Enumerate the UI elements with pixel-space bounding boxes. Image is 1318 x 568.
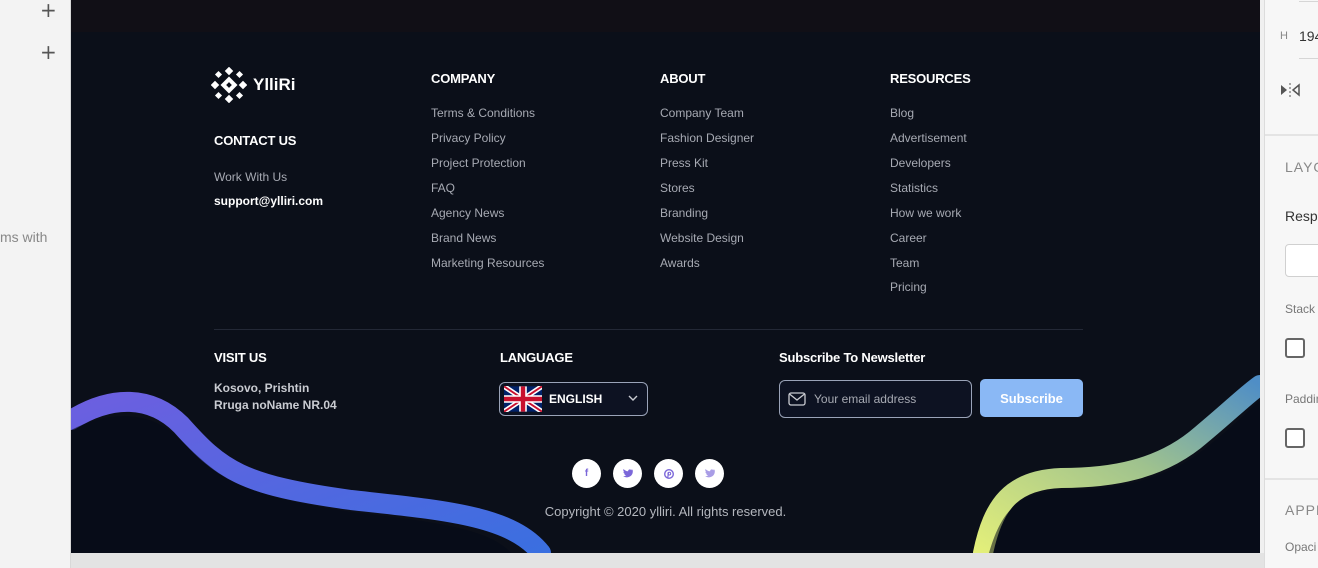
- footer-link[interactable]: Career: [890, 231, 927, 245]
- footer-link[interactable]: Developers: [890, 156, 951, 170]
- subscribe-button[interactable]: Subscribe: [980, 379, 1083, 417]
- logo-text: YlliRi: [253, 75, 296, 94]
- footer-link[interactable]: Privacy Policy: [431, 131, 506, 145]
- email-field-wrapper: [779, 380, 972, 418]
- brand-logo[interactable]: YlliRi: [211, 67, 296, 103]
- language-heading: LANGUAGE: [500, 350, 573, 365]
- facebook-icon[interactable]: f: [572, 459, 601, 488]
- vimeo-icon[interactable]: [695, 459, 724, 488]
- add-icon[interactable]: +: [40, 42, 57, 62]
- right-inspector-panel: H 194 LAYO Respo Stack Paddin APPE Opaci: [1264, 0, 1318, 568]
- uk-flag-icon: [504, 386, 542, 412]
- language-select[interactable]: ENGLISH: [499, 382, 648, 416]
- add-icon[interactable]: +: [40, 0, 57, 20]
- contact-email-link[interactable]: support@ylliri.com: [214, 194, 323, 208]
- footer-link[interactable]: Stores: [660, 181, 695, 195]
- footer-link[interactable]: Branding: [660, 206, 708, 220]
- contact-heading: CONTACT US: [214, 133, 297, 148]
- email-input[interactable]: [814, 392, 964, 406]
- address-line-2: Rruga noName NR.04: [214, 398, 337, 412]
- footer-link[interactable]: How we work: [890, 206, 961, 220]
- appearance-section-title: APPE: [1285, 502, 1318, 518]
- footer-link[interactable]: Terms & Conditions: [431, 106, 535, 120]
- footer-link[interactable]: Company Team: [660, 106, 744, 120]
- padding-label: Paddin: [1285, 392, 1318, 406]
- height-label: H: [1280, 30, 1288, 42]
- responsive-label: Respo: [1285, 208, 1318, 224]
- footer-link[interactable]: Pricing: [890, 280, 927, 294]
- footer-link[interactable]: Website Design: [660, 231, 744, 245]
- work-with-us-link[interactable]: Work With Us: [214, 170, 287, 184]
- footer-canvas: YlliRi CONTACT US Work With Us support@y…: [71, 0, 1260, 553]
- twitter-icon[interactable]: [613, 459, 642, 488]
- canvas-bottom-strip: [71, 553, 1264, 568]
- footer-link[interactable]: Team: [890, 256, 919, 270]
- flip-horizontal-icon[interactable]: [1280, 82, 1300, 98]
- padding-checkbox[interactable]: [1285, 428, 1305, 448]
- mail-icon: [788, 392, 806, 406]
- field-underline: [1299, 58, 1318, 59]
- newsletter-heading: Subscribe To Newsletter: [779, 350, 926, 365]
- footer-link[interactable]: Awards: [660, 256, 700, 270]
- footer-link[interactable]: Fashion Designer: [660, 131, 754, 145]
- footer-link[interactable]: Brand News: [431, 231, 496, 245]
- stack-checkbox[interactable]: [1285, 338, 1305, 358]
- resources-heading: RESOURCES: [890, 71, 971, 86]
- footer-link[interactable]: Blog: [890, 106, 914, 120]
- layout-section-title: LAYO: [1285, 159, 1318, 175]
- footer-link[interactable]: Agency News: [431, 206, 504, 220]
- footer-link[interactable]: Press Kit: [660, 156, 708, 170]
- visit-heading: VISIT US: [214, 350, 267, 365]
- responsive-input[interactable]: [1285, 244, 1318, 277]
- footer-link[interactable]: Project Protection: [431, 156, 526, 170]
- language-selected: ENGLISH: [549, 392, 603, 406]
- about-heading: ABOUT: [660, 71, 706, 86]
- stack-label: Stack: [1285, 302, 1316, 316]
- field-underline: [1299, 1, 1318, 2]
- logo-icon: [211, 67, 247, 103]
- address-line-1: Kosovo, Prishtin: [214, 381, 310, 395]
- section-divider: [1265, 134, 1318, 136]
- chevron-down-icon: [628, 395, 638, 401]
- height-value[interactable]: 194: [1299, 28, 1318, 44]
- company-heading: COMPANY: [431, 71, 496, 86]
- footer-link[interactable]: Statistics: [890, 181, 938, 195]
- pinterest-icon[interactable]: [654, 459, 683, 488]
- footer-link[interactable]: FAQ: [431, 181, 455, 195]
- opacity-label: Opaci: [1285, 540, 1317, 554]
- section-divider: [1265, 478, 1318, 480]
- footer-link[interactable]: Marketing Resources: [431, 256, 544, 270]
- left-panel-text: ms with: [0, 229, 48, 245]
- footer-link[interactable]: Advertisement: [890, 131, 967, 145]
- left-editor-panel: + + ms with: [0, 0, 71, 568]
- copyright-text: Copyright © 2020 ylliri. All rights rese…: [544, 504, 787, 519]
- footer-divider: [214, 329, 1083, 330]
